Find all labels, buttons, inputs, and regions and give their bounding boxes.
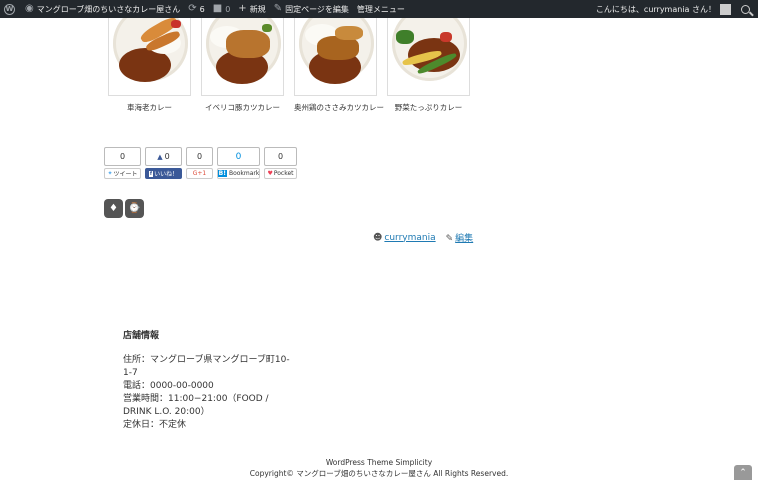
pocket-count: 0 [264,147,297,166]
store-phone: 電話：0000-00-0000 [123,381,214,391]
back-to-top-button[interactable]: ⌃ [734,465,752,480]
facebook-icon: f [148,170,154,177]
thumbnail-caption[interactable]: 野菜たっぷりカレー [387,102,470,113]
thumbnail-caption[interactable]: イベリコ豚カツカレー [201,102,284,113]
site-name-menu[interactable]: ◉ マングローブ畑のちいさなカレー屋さん [21,0,184,18]
share-buttons: 0 ✦ ツイート ▲ 0 f いいね！ 0 G+1 0 B! Bookmark … [104,147,297,179]
updates-menu[interactable]: ⟳ 6 [184,0,208,18]
thumbnail-item[interactable]: 車海老カレー [108,18,191,113]
edit-link[interactable]: 編集 [455,234,473,244]
vegetable-curry-image[interactable] [387,18,470,96]
avatar [720,3,731,15]
author-link[interactable]: currymania [384,233,435,243]
site-footer: WordPress Theme Simplicity Copyright© マン… [0,457,758,479]
gplus-share[interactable]: 0 G+1 [186,147,213,179]
plus-icon: + [238,3,247,14]
author-meta: ☻ currymania [373,233,436,243]
pencil-icon: ✎ [273,3,283,14]
thumbnail-item[interactable]: 野菜たっぷりカレー [387,18,470,113]
hatena-button[interactable]: B! Bookmark [217,168,260,179]
store-info-title: 店舗情報 [123,331,160,341]
edit-page-label: 固定ページを編集 [285,4,349,14]
user-icon: ☻ [373,232,383,243]
store-info-widget: 店舗情報 住所：マングローブ県マングローブ町10-1-7 電話：0000-00-… [123,330,293,432]
gplus-button[interactable]: G+1 [186,168,213,179]
theme-credit: WordPress Theme Simplicity [325,458,433,467]
pocket-share[interactable]: 0 ♥ Pocket [264,147,297,179]
greeting-text: こんにちは、currymania さん！ [595,4,716,14]
twitter-share[interactable]: 0 ✦ ツイート [104,147,141,179]
thumbnail-caption[interactable]: 車海老カレー [108,102,191,113]
hatena-share[interactable]: 0 B! Bookmark [217,147,260,179]
store-holiday: 定休日：不定休 [123,420,187,430]
copyright: Copyright© マングローブ畑のちいさなカレー屋さん All Rights… [249,469,509,478]
edit-page-menu[interactable]: ✎ 固定ページを編集 [270,0,353,18]
ebi-curry-image[interactable] [108,18,191,96]
updates-icon: ⟳ [188,3,197,14]
comment-icon: ■ [212,3,223,14]
facebook-count: ▲ 0 [145,147,182,166]
hatena-icon: B! [217,170,227,177]
twitter-icon: ✦ [107,170,113,177]
hatena-count: 0 [217,147,260,166]
gplus-count: 0 [186,147,213,166]
thumbnail-item[interactable]: 奥州鶏のささみカツカレー [294,18,384,113]
pocket-button[interactable]: ♥ Pocket [264,168,297,179]
rss-icon[interactable]: ⌚ [125,199,144,218]
new-content-menu[interactable]: + 新規 [234,0,269,18]
twitter-count: 0 [104,147,141,166]
twitter-button[interactable]: ✦ ツイート [104,168,141,179]
iberico-katsu-curry-image[interactable] [201,18,284,96]
edit-icon: ✎ [445,234,454,244]
my-account-menu[interactable]: こんにちは、currymania さん！ [592,0,735,18]
admin-menu-link[interactable]: 管理メニュー [353,0,409,18]
edit-meta: ✎ 編集 [446,231,474,244]
search-icon[interactable] [741,4,750,14]
site-name: マングローブ畑のちいさなカレー屋さん [36,4,181,14]
comments-count: 0 [225,4,231,14]
wordpress-icon: W [4,3,15,15]
chevron-up-icon: ⌃ [739,467,747,478]
facebook-share[interactable]: ▲ 0 f いいね！ [145,147,182,179]
new-label: 新規 [249,4,266,14]
post-meta: ☻ currymania ✎ 編集 [373,231,474,245]
related-menu-thumbnails: 車海老カレー イベリコ豚カツカレー 奥州鶏のささみカツカレー 野菜たっぷりカレー [108,18,470,113]
follow-icons: ♦ ⌚ [104,199,144,218]
wp-logo-menu[interactable]: W [0,0,21,18]
dashboard-icon: ◉ [25,3,34,14]
thumbnail-caption[interactable]: 奥州鶏のささみカツカレー [294,102,384,113]
feedly-icon[interactable]: ♦ [104,199,123,218]
updates-count: 6 [199,4,205,14]
thumbnail-item[interactable]: イベリコ豚カツカレー [201,18,284,113]
thumbs-up-icon: ▲ [157,152,163,161]
sasami-katsu-curry-image[interactable] [294,18,377,96]
facebook-button[interactable]: f いいね！ [145,168,182,179]
admin-menu-label: 管理メニュー [356,4,405,14]
store-hours: 営業時間：11:00−21:00（FOOD / DRINK L.O. 20:00… [123,394,269,417]
admin-bar: W ◉ マングローブ畑のちいさなカレー屋さん ⟳ 6 ■ 0 + 新規 ✎ 固定… [0,0,758,18]
store-address: 住所：マングローブ県マングローブ町10-1-7 [123,355,290,378]
comments-menu[interactable]: ■ 0 [209,0,235,18]
pocket-icon: ♥ [267,170,273,177]
